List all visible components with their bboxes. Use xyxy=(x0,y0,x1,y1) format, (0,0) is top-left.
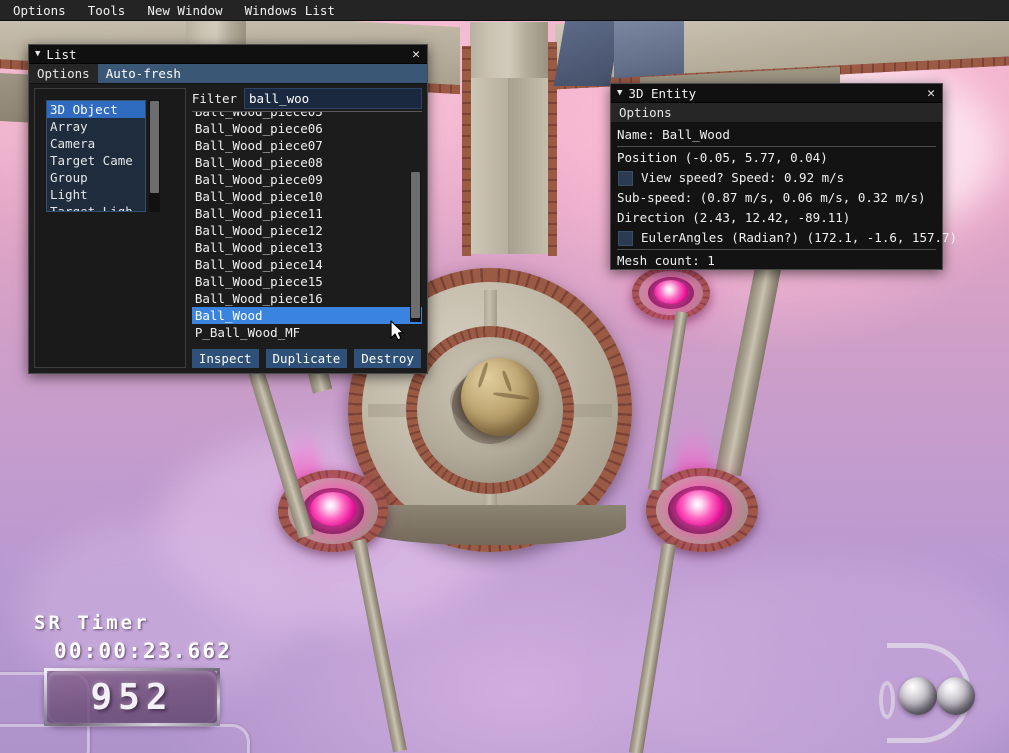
list-item[interactable]: Ball_Wood_piece16 xyxy=(192,290,422,307)
category-item-target-camera[interactable]: Target Came xyxy=(47,152,145,169)
filter-input[interactable] xyxy=(244,88,422,109)
glowing-orb xyxy=(676,490,724,526)
entity-speed-label: View speed? Speed: 0.92 m/s xyxy=(641,170,845,185)
list-window-title: List xyxy=(46,46,77,62)
entity-mesh-count-row: Mesh count: 1 xyxy=(617,253,715,268)
hud-timer-value: 00:00:23.662 xyxy=(54,639,233,663)
list-item[interactable]: Ball_Wood_piece10 xyxy=(192,188,422,205)
list-item[interactable]: P_Ball_Wood_MF xyxy=(192,324,422,341)
collapse-triangle-icon[interactable]: ▼ xyxy=(617,88,622,98)
list-item[interactable]: Ball_Wood_piece13 xyxy=(192,239,422,256)
action-button-row: Inspect Duplicate Destroy xyxy=(191,345,422,368)
lives-pip-decor xyxy=(879,681,895,719)
filter-row: Filter xyxy=(192,88,422,109)
life-ball xyxy=(937,677,975,715)
category-item-target-light[interactable]: Target Ligh xyxy=(47,203,145,211)
entity-window-body: Name: Ball_Wood Position (-0.05, 5.77, 0… xyxy=(611,123,957,269)
object-panel: Filter Ball_Wood_piece05 Ball_Wood_piece… xyxy=(191,88,422,368)
entity-window-titlebar[interactable]: ▼ 3D Entity ✕ xyxy=(611,84,942,103)
object-scrollbar-thumb[interactable] xyxy=(411,172,420,318)
list-item[interactable]: Ball_Wood_piece14 xyxy=(192,256,422,273)
object-list: Ball_Wood_piece05 Ball_Wood_piece06 Ball… xyxy=(191,112,422,341)
close-icon[interactable]: ✕ xyxy=(409,48,423,61)
category-scrollbar-thumb[interactable] xyxy=(150,101,159,193)
category-item-3d-object[interactable]: 3D Object xyxy=(47,101,145,118)
category-panel: 3D Object Array Camera Target Came Group… xyxy=(34,88,186,368)
category-scrollbar[interactable] xyxy=(149,100,160,212)
hud-timer-label: SR Timer xyxy=(34,612,150,634)
platform-front-lip xyxy=(356,505,626,545)
euler-angles-checkbox[interactable] xyxy=(618,230,633,246)
divider xyxy=(617,146,936,147)
entity-menu-options[interactable]: Options xyxy=(611,103,680,122)
category-dropdown[interactable]: 3D Object Array Camera Target Came Group… xyxy=(46,100,146,212)
entity-window-title: 3D Entity xyxy=(628,85,697,101)
list-item-selected[interactable]: Ball_Wood xyxy=(191,307,422,324)
entity-euler-label: EulerAngles (Radian?) (172.1, -1.6, 157.… xyxy=(641,230,958,245)
entity-window-menubar: Options xyxy=(611,103,942,123)
category-item-array[interactable]: Array xyxy=(47,118,145,135)
entity-position-row: Position (-0.05, 5.77, 0.04) xyxy=(617,150,828,165)
object-list-container[interactable]: Ball_Wood_piece05 Ball_Wood_piece06 Ball… xyxy=(191,111,422,345)
list-tab-auto-fresh[interactable]: Auto-fresh xyxy=(97,64,427,83)
list-item[interactable]: Ball_Wood_piece07 xyxy=(192,137,422,154)
list-menu-options[interactable]: Options xyxy=(29,64,98,83)
menu-new-window[interactable]: New Window xyxy=(138,0,231,21)
entity-euler-row: EulerAngles (Radian?) (172.1, -1.6, 157.… xyxy=(611,228,957,248)
glowing-orb xyxy=(654,280,688,304)
collapse-triangle-icon[interactable]: ▼ xyxy=(35,49,40,59)
category-item-camera[interactable]: Camera xyxy=(47,135,145,152)
entity-speed-row: View speed? Speed: 0.92 m/s xyxy=(611,168,942,188)
pod-support-strut xyxy=(628,542,676,753)
central-pillar-face xyxy=(508,78,548,254)
view-speed-checkbox[interactable] xyxy=(618,170,633,186)
glowing-orb xyxy=(310,492,356,526)
hud-score-panel: 952 xyxy=(44,668,220,726)
menu-windows-list[interactable]: Windows List xyxy=(236,0,344,21)
inspect-button[interactable]: Inspect xyxy=(191,349,259,368)
list-window[interactable]: ▼ List ✕ Options Auto-fresh 3D Object Ar… xyxy=(28,44,428,374)
central-pillar-face xyxy=(470,78,508,254)
hud-timer: SR Timer 00:00:23.662 xyxy=(34,612,232,663)
list-item[interactable]: Ball_Wood_piece09 xyxy=(192,171,422,188)
pillar-brick-edge xyxy=(462,46,471,256)
list-window-body: 3D Object Array Camera Target Came Group… xyxy=(29,84,427,373)
screen-root: SR Timer 00:00:23.662 952 Options Tools … xyxy=(0,0,1009,753)
app-menubar: Options Tools New Window Windows List xyxy=(0,0,1009,21)
entity-subspeed-row: Sub-speed: (0.87 m/s, 0.06 m/s, 0.32 m/s… xyxy=(617,190,926,205)
list-item[interactable]: Ball_Wood_piece05 xyxy=(192,112,422,120)
category-item-light[interactable]: Light xyxy=(47,186,145,203)
menu-options[interactable]: Options xyxy=(4,0,75,21)
object-scrollbar[interactable] xyxy=(410,172,421,322)
divider xyxy=(617,249,936,250)
list-item[interactable]: Ball_Wood_piece15 xyxy=(192,273,422,290)
menu-tools[interactable]: Tools xyxy=(79,0,135,21)
category-item-group[interactable]: Group xyxy=(47,169,145,186)
list-item[interactable]: Ball_Wood_piece11 xyxy=(192,205,422,222)
destroy-button[interactable]: Destroy xyxy=(354,349,421,368)
filter-label: Filter xyxy=(191,91,237,106)
duplicate-button[interactable]: Duplicate xyxy=(265,349,348,368)
hud-lives-indicator xyxy=(853,633,1003,749)
entity-name-row: Name: Ball_Wood xyxy=(617,127,730,142)
list-item[interactable]: Ball_Wood_piece08 xyxy=(192,154,422,171)
hud-bottom-text xyxy=(0,747,1009,753)
list-item[interactable]: Ball_Wood_piece12 xyxy=(192,222,422,239)
life-ball xyxy=(899,677,937,715)
close-icon[interactable]: ✕ xyxy=(924,87,938,100)
hud-score-value: 952 xyxy=(90,676,174,718)
pod-support-strut xyxy=(352,538,407,753)
list-item[interactable]: Ball_Wood_piece06 xyxy=(192,120,422,137)
entity-direction-row: Direction (2.43, 12.42, -89.11) xyxy=(617,210,851,225)
entity-window[interactable]: ▼ 3D Entity ✕ Options Name: Ball_Wood Po… xyxy=(610,83,957,270)
list-window-menubar: Options Auto-fresh xyxy=(29,64,427,84)
list-window-titlebar[interactable]: ▼ List ✕ xyxy=(29,45,427,64)
